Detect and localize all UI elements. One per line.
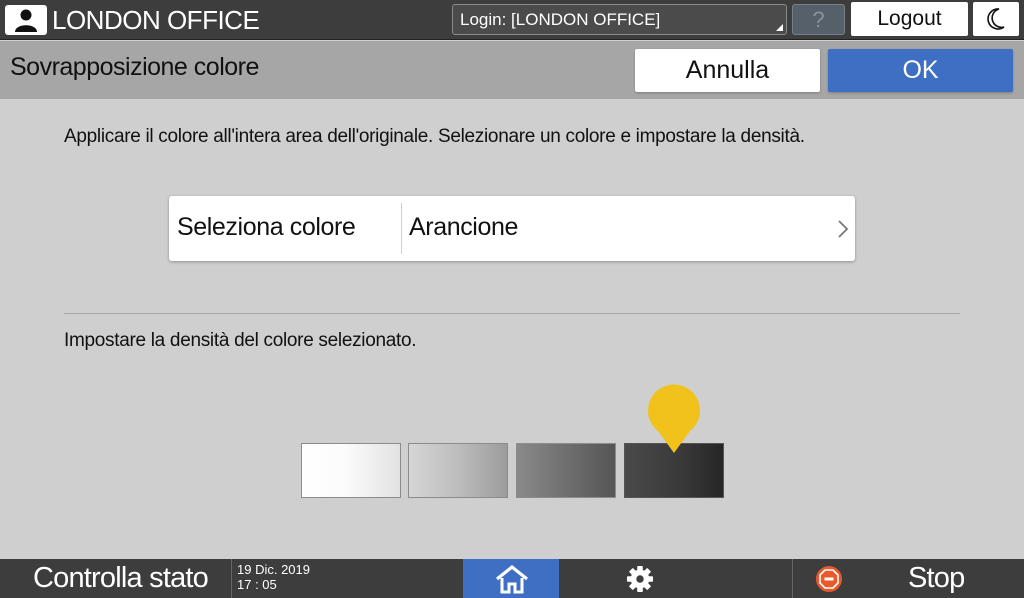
density-level-2[interactable] <box>408 443 508 498</box>
stop-label: Stop <box>908 562 965 594</box>
color-select-row[interactable]: Seleziona colore Arancione <box>169 196 855 261</box>
settings-button[interactable] <box>610 559 670 598</box>
date-time: 19 Dic. 2019 17 : 05 <box>231 559 463 598</box>
energy-saver-button[interactable] <box>973 2 1019 36</box>
stop-button[interactable]: Stop <box>792 559 1024 598</box>
color-select-value: Arancione <box>409 213 518 241</box>
density-label: Impostare la densità del colore selezion… <box>64 330 417 351</box>
ok-button[interactable]: OK <box>828 49 1013 92</box>
pin-marker-icon[interactable] <box>645 382 703 454</box>
user-icon <box>15 9 37 32</box>
section-divider <box>64 313 960 314</box>
top-bar: LONDON OFFICE Login: [LONDON OFFICE] ? L… <box>0 0 1024 40</box>
date-text: 19 Dic. 2019 <box>237 562 310 577</box>
stop-icon <box>816 566 842 592</box>
time-text: 17 : 05 <box>237 577 277 592</box>
login-status[interactable]: Login: [LONDON OFFICE] <box>452 4 787 35</box>
color-select-divider <box>401 203 402 254</box>
cancel-button[interactable]: Annulla <box>635 49 820 92</box>
color-select-label: Seleziona colore <box>177 213 356 241</box>
check-status-button[interactable]: Controlla stato <box>0 559 230 598</box>
density-level-1[interactable] <box>301 443 401 498</box>
screen-header: Sovrapposizione colore Annulla OK <box>0 41 1024 99</box>
office-name: LONDON OFFICE <box>52 5 260 35</box>
density-level-3[interactable] <box>516 443 616 498</box>
moon-icon <box>987 8 1005 30</box>
help-button[interactable]: ? <box>792 4 845 35</box>
chevron-right-icon <box>838 220 849 238</box>
bottom-bar: Controlla stato 19 Dic. 2019 17 : 05 Sto… <box>0 559 1024 598</box>
home-icon <box>496 564 528 594</box>
gear-icon <box>627 566 653 592</box>
logout-button[interactable]: Logout <box>851 2 968 36</box>
user-button[interactable] <box>5 5 47 35</box>
login-text: Login: [LONDON OFFICE] <box>460 10 661 29</box>
dropdown-corner-icon <box>776 24 783 31</box>
page-title: Sovrapposizione colore <box>10 53 259 81</box>
instruction-text: Applicare il colore all'intera area dell… <box>64 126 805 147</box>
home-button[interactable] <box>463 559 559 598</box>
